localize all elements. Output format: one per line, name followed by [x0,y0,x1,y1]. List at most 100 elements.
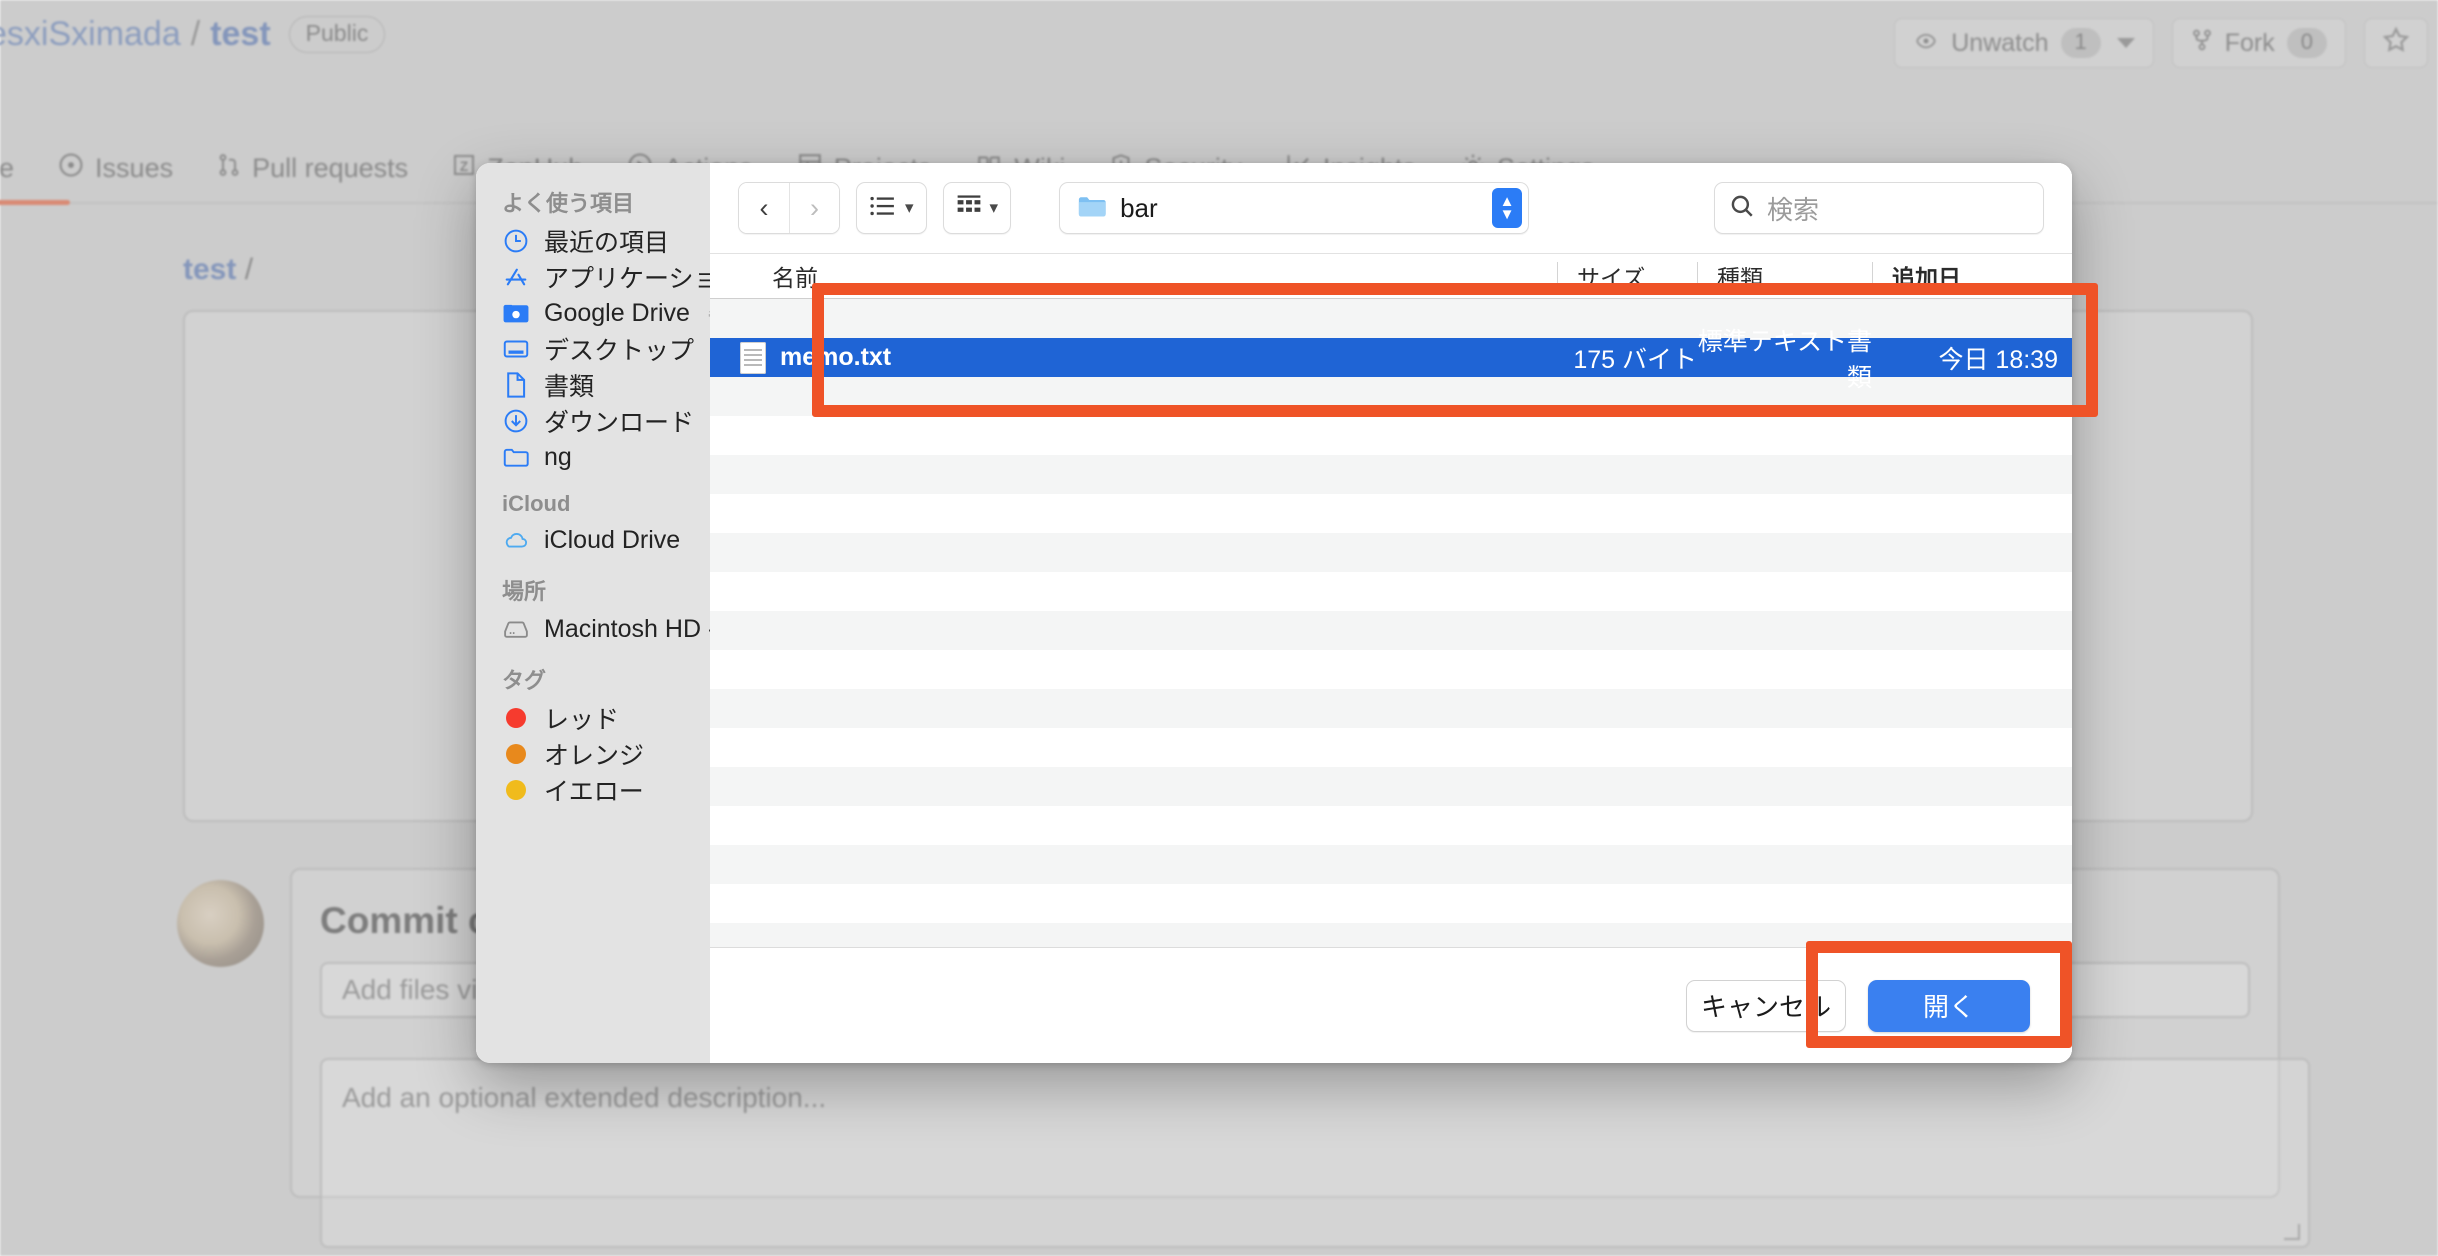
fork-button[interactable]: Fork 0 [2171,18,2346,68]
sidebar-item-ng[interactable]: ng [476,439,710,475]
file-list-header: 名前 サイズ 種類 追加日 [710,253,2072,299]
tab-issues[interactable]: Issues [58,152,173,185]
commit-description-placeholder: Add an optional extended description... [342,1082,827,1113]
search-icon [1729,193,1755,224]
active-tab-indicator [0,200,70,205]
sidebar-item-label: iCloud Drive [544,525,681,554]
document-icon [502,371,530,399]
cloud-icon [502,526,530,554]
list-row-empty [710,572,2072,611]
forward-button[interactable]: › [789,183,839,233]
sidebar-item-recents[interactable]: 最近の項目 [476,223,710,259]
tab-code[interactable]: de [0,153,14,184]
chevron-right-icon: › [810,192,819,223]
github-header: esxiSximada / test Public Unwatch 1 Fork… [0,0,2438,130]
file-date: 今日 18:39 [1938,345,2058,374]
sidebar-item-label: イエロー [544,778,644,806]
tab-pull-requests[interactable]: Pull requests [217,152,408,185]
sidebar-group-icloud-title: iCloud [502,491,571,516]
list-row-empty [710,689,2072,728]
sidebar-group-tags-title: タグ [502,668,547,693]
path-popup-button[interactable]: bar ▲ ▼ [1059,182,1530,234]
tag-dot-icon [502,704,530,732]
sidebar-item-label: デスクトップ [544,337,695,365]
sidebar-item-desktop[interactable]: デスクトップ [476,331,710,367]
sidebar-item-tag-yellow[interactable]: イエロー [476,772,710,808]
list-view-icon [869,194,897,223]
breadcrumb-separator: / [190,15,201,53]
eye-icon [1913,29,1939,58]
list-row-empty [710,611,2072,650]
repo-actions: Unwatch 1 Fork 0 [1894,18,2428,68]
group-view-icon [956,194,982,223]
list-row-empty [710,728,2072,767]
dialog-toolbar: ‹ › ▾ ▾ bar ▲ ▼ 検索 [710,163,2072,253]
cancel-button[interactable]: キャンセル [1686,979,1846,1032]
table-row[interactable]: memo.txt 175 バイト 標準テキスト書類 今日 18:39 [710,328,2072,392]
applications-icon [502,263,530,291]
download-icon [502,407,530,435]
sidebar-item-label: ng [544,442,572,471]
column-header-size[interactable]: サイズ [1557,254,1697,298]
folder-icon [1076,192,1108,225]
sidebar-item-google-drive[interactable]: Google Drive [476,295,710,331]
breadcrumb-repo[interactable]: test [210,15,270,54]
unwatch-count: 1 [2060,28,2101,58]
file-list-scrollbar[interactable] [2066,435,2072,830]
nav-label: Pull requests [252,153,409,183]
star-button[interactable] [2364,18,2428,68]
search-field[interactable]: 検索 [1714,182,2044,234]
commit-description-textarea[interactable]: Add an optional extended description... [320,1058,2310,1248]
zenhub-icon: Z [452,152,476,185]
google-drive-folder-icon [502,299,530,327]
sidebar-item-tag-orange[interactable]: オレンジ [476,736,710,772]
unwatch-button[interactable]: Unwatch 1 [1894,18,2154,68]
column-header-date[interactable]: 追加日 [1872,254,2072,298]
file-kind: 標準テキスト書類 [1697,327,1872,392]
stepper-updown-icon[interactable]: ▲ ▼ [1492,188,1523,228]
sidebar-group-locations-title: 場所 [502,579,547,604]
column-header-kind[interactable]: 種類 [1697,254,1872,298]
svg-text:Z: Z [460,159,468,174]
nav-buttons: ‹ › [738,182,840,234]
sidebar-item-icloud-drive[interactable]: iCloud Drive [476,522,710,558]
view-mode-button[interactable]: ▾ [856,182,927,234]
path-popup-label: bar [1120,192,1158,223]
list-row-empty [710,767,2072,806]
back-button[interactable]: ‹ [739,183,789,233]
sidebar-item-tag-red[interactable]: レッド [476,700,710,736]
sidebar-item-downloads[interactable]: ダウンロード [476,403,710,439]
column-header-name[interactable]: 名前 [710,254,1557,298]
search-placeholder: 検索 [1767,194,1820,225]
file-size: 175 バイト [1573,345,1697,374]
list-row-empty [710,884,2072,923]
chevron-down-icon: ▾ [905,198,914,217]
sidebar-item-label: ダウンロード [544,409,695,437]
open-button[interactable]: 開く [1868,979,2030,1032]
path-repo[interactable]: test [183,253,236,286]
dialog-footer: キャンセル 開く [710,947,2072,1063]
chevron-down-icon[interactable] [2116,38,2135,48]
file-name-cell: memo.txt [710,341,1557,374]
breadcrumb-owner[interactable]: esxiSximada [0,15,181,54]
chevron-down-icon: ▾ [989,198,999,217]
group-by-button[interactable]: ▾ [942,182,1012,234]
avatar [177,880,264,967]
folder-icon [502,443,530,471]
harddisk-icon [502,615,530,643]
file-list[interactable]: memo.txt 175 バイト 標準テキスト書類 今日 18:39 [710,299,2072,947]
list-row-empty [710,455,2072,494]
list-row-empty [710,533,2072,572]
tag-dot-icon [502,740,530,768]
breadcrumb: esxiSximada / test Public [0,15,386,54]
sidebar-item-macintosh-hd-data[interactable]: Macintosh HD - Data [476,611,710,647]
file-open-dialog: よく使う項目 最近の項目 アプリケーション Google Drive [476,163,2072,1063]
sidebar-item-label: アプリケーション [544,265,710,293]
sidebar-item-documents[interactable]: 書類 [476,367,710,403]
dialog-sidebar: よく使う項目 最近の項目 アプリケーション Google Drive [476,163,710,1063]
fork-label: Fork [2224,28,2275,57]
resize-handle-icon[interactable] [2284,1224,2300,1240]
dialog-main: ‹ › ▾ ▾ bar ▲ ▼ 検索 名前 サイズ 種類 追加日 memo.tx… [710,163,2072,1063]
list-row-empty [710,650,2072,689]
sidebar-item-applications[interactable]: アプリケーション [476,259,710,295]
